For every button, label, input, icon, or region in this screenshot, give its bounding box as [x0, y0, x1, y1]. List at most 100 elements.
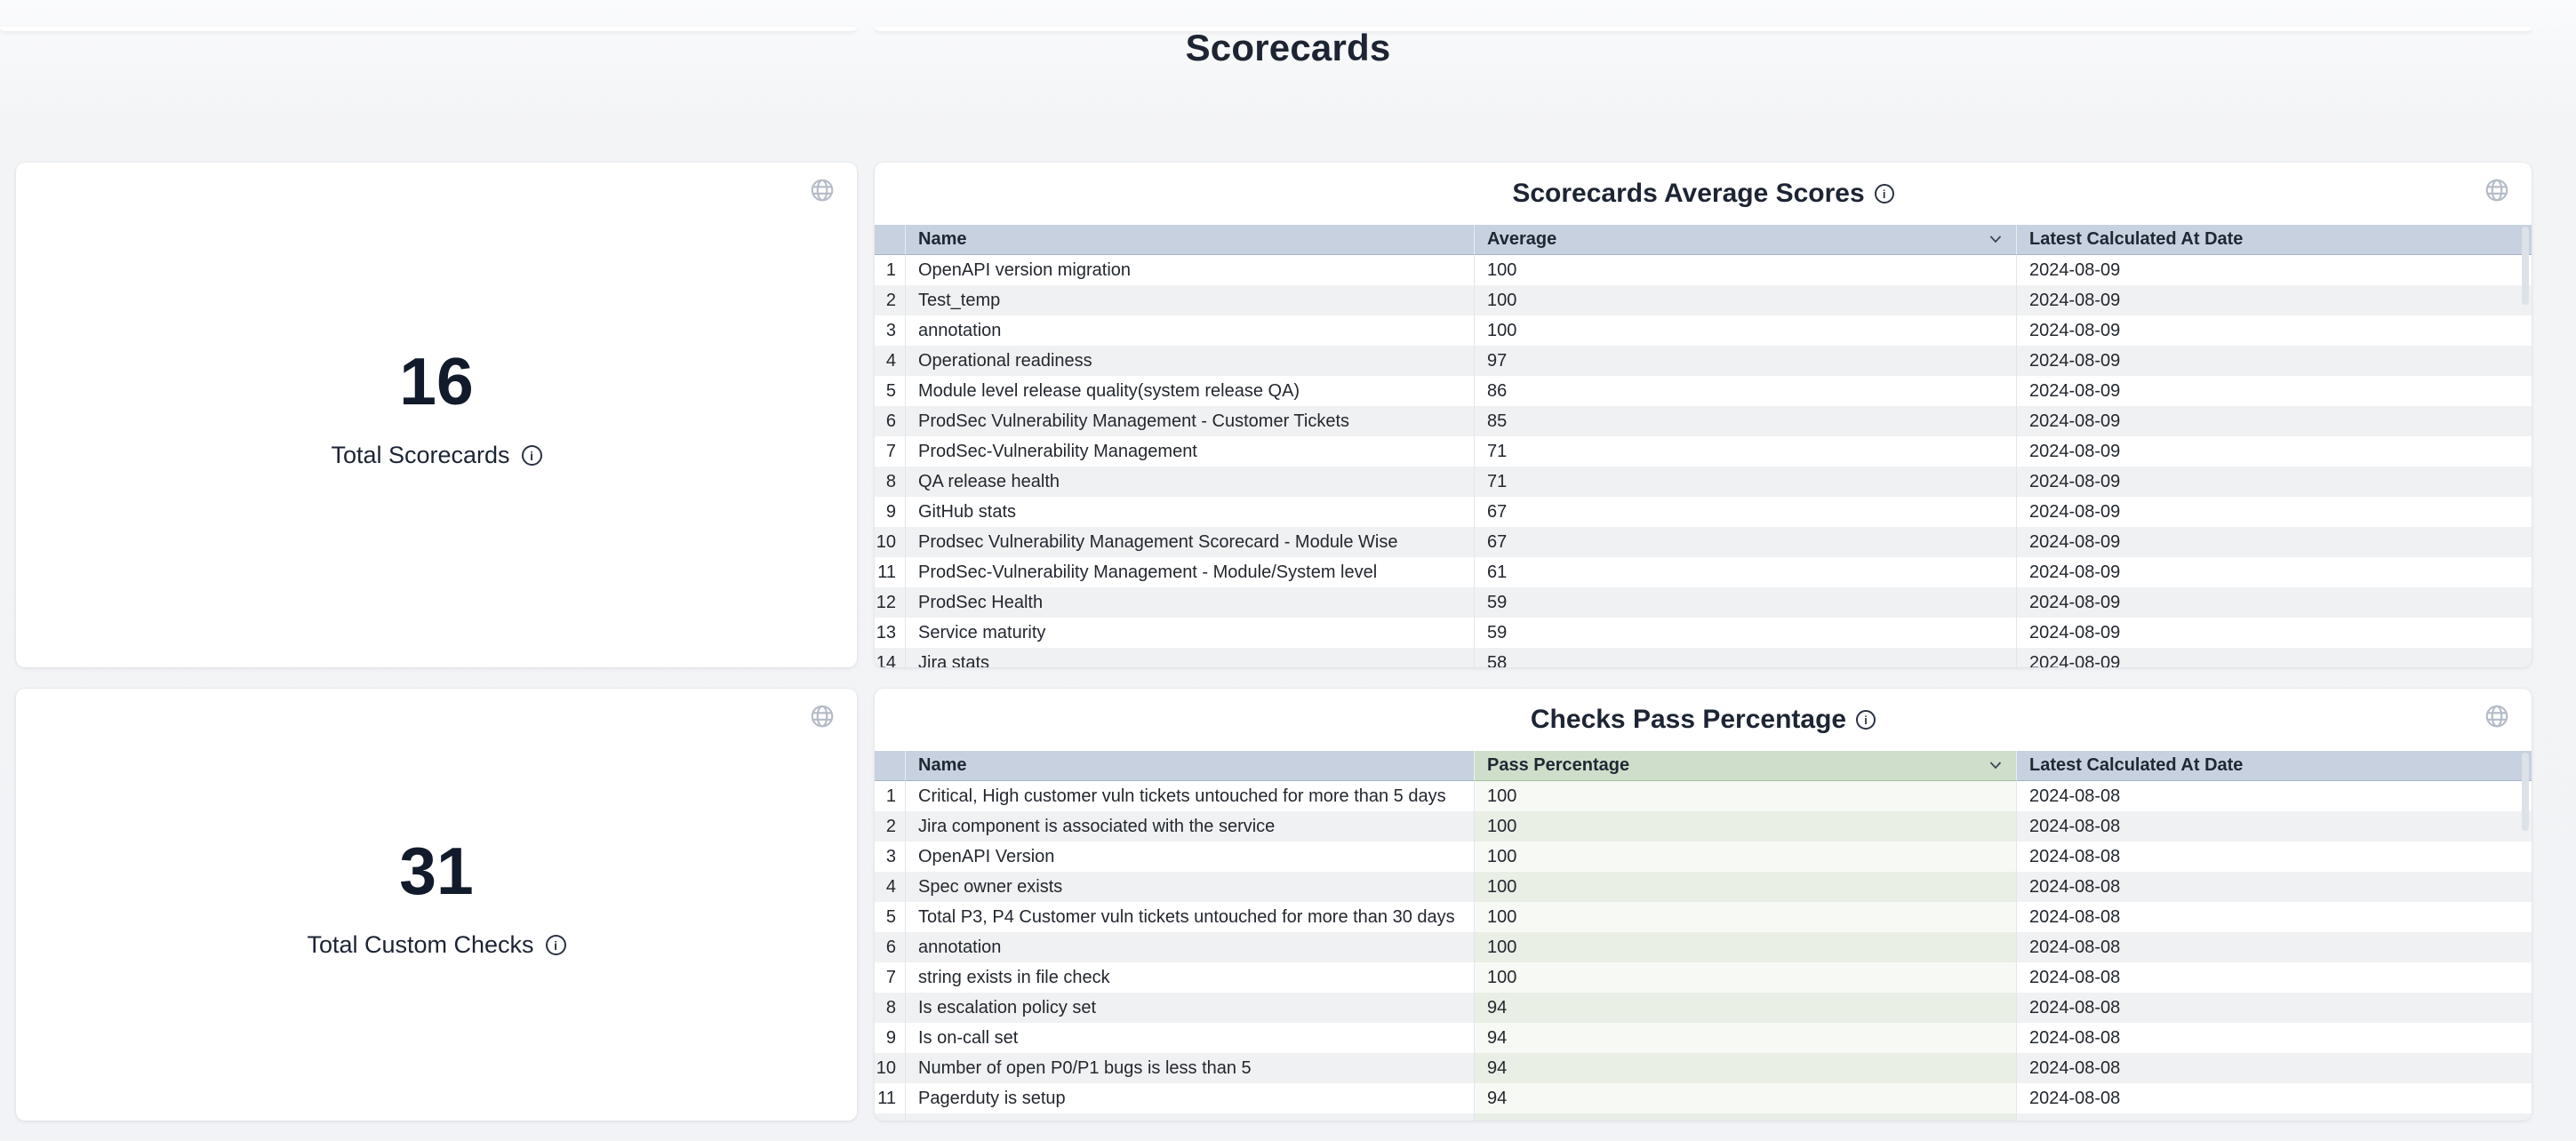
globe-icon[interactable] — [809, 177, 836, 203]
cell-date: 2024-08-09 — [2016, 376, 2532, 406]
row-index: 13 — [875, 618, 905, 648]
table-row[interactable]: 9GitHub stats672024-08-09 — [875, 497, 2532, 527]
column-header-index — [875, 751, 905, 781]
cell-date: 2024-08-08 — [2016, 842, 2532, 872]
cell-date: 2024-08-09 — [2016, 648, 2532, 667]
table-row[interactable]: 6ProdSec Vulnerability Management - Cust… — [875, 406, 2532, 436]
cell-date: 2024-08-09 — [2016, 557, 2532, 587]
cell-date: 2024-08-08 — [2016, 781, 2532, 811]
row-index: 11 — [875, 557, 905, 587]
cell-name: QA release health — [905, 467, 1474, 497]
globe-icon[interactable] — [2484, 177, 2510, 203]
table-row[interactable]: 8Is escalation policy set942024-08-08 — [875, 993, 2532, 1023]
cell-name: ProdSec-Vulnerability Management - Modul… — [905, 557, 1474, 587]
table-row[interactable]: 2Test_temp1002024-08-09 — [875, 285, 2532, 315]
table-header-row: NameAverageLatest Calculated At Date — [875, 225, 2532, 255]
cell-value: 61 — [1474, 557, 2016, 587]
cell-date: 2024-08-09 — [2016, 527, 2532, 557]
table-row[interactable]: 9Is on-call set942024-08-08 — [875, 1023, 2532, 1053]
table-header-row: NamePass PercentageLatest Calculated At … — [875, 751, 2532, 781]
column-header-pass-percentage[interactable]: Pass Percentage — [1474, 751, 2016, 781]
cell-name: Is escalation policy set — [905, 993, 1474, 1023]
column-header-name[interactable]: Name — [905, 225, 1474, 255]
cell-value: 100 — [1474, 932, 2016, 962]
chevron-down-icon — [1989, 761, 2002, 770]
cell-date: 2024-08-08 — [2016, 872, 2532, 902]
cell-value: 100 — [1474, 285, 2016, 315]
cell-value: 59 — [1474, 587, 2016, 618]
cell-name: GitHub stats — [905, 497, 1474, 527]
row-index: 8 — [875, 467, 905, 497]
row-index: 11 — [875, 1083, 905, 1113]
row-index: 1 — [875, 255, 905, 285]
cell-date: 2024-08-08 — [2016, 1023, 2532, 1053]
table-scrollbar[interactable] — [2522, 227, 2529, 305]
row-index: 4 — [875, 872, 905, 902]
column-header-average[interactable]: Average — [1474, 225, 2016, 255]
table-row[interactable]: 2Jira component is associated with the s… — [875, 811, 2532, 842]
cell-value: 100 — [1474, 811, 2016, 842]
row-index: 3 — [875, 842, 905, 872]
row-index: 6 — [875, 406, 905, 436]
cell-name: OpenAPI version migration — [905, 255, 1474, 285]
checks-pass-percentage-card: Checks Pass Percentage NamePass Percenta… — [875, 689, 2532, 1121]
table-row[interactable]: 5Module level release quality(system rel… — [875, 376, 2532, 406]
table-row[interactable]: 7string exists in file check1002024-08-0… — [875, 962, 2532, 993]
info-icon[interactable] — [1856, 710, 1876, 730]
table-row[interactable]: 11Pagerduty is setup942024-08-08 — [875, 1083, 2532, 1113]
cell-value: 100 — [1474, 315, 2016, 346]
cell-name: annotation — [905, 932, 1474, 962]
table-row[interactable]: 10Number of open P0/P1 bugs is less than… — [875, 1053, 2532, 1083]
cell-value: 100 — [1474, 872, 2016, 902]
table-row[interactable]: 14Jira stats582024-08-09 — [875, 648, 2532, 667]
row-index: 9 — [875, 1023, 905, 1053]
cell-name: Operational readiness — [905, 346, 1474, 376]
table-scrollbar[interactable] — [2522, 753, 2529, 831]
info-icon[interactable] — [546, 935, 566, 955]
cell-name: Number of open P0/P1 bugs is less than 5 — [905, 1053, 1474, 1083]
row-index: 2 — [875, 811, 905, 842]
cell-name: Prodsec Vulnerability Management Scoreca… — [905, 527, 1474, 557]
table-row[interactable]: 12ProdSec Health592024-08-09 — [875, 587, 2532, 618]
cell-name: Test_temp — [905, 285, 1474, 315]
table-row[interactable]: 1Critical, High customer vuln tickets un… — [875, 781, 2532, 811]
cell-date: 2024-08-09 — [2016, 255, 2532, 285]
cell-name: Service maturity — [905, 618, 1474, 648]
table-row[interactable]: 5Total P3, P4 Customer vuln tickets unto… — [875, 902, 2532, 932]
table-title: Scorecards Average Scores — [1512, 179, 1864, 209]
table-row[interactable]: 1OpenAPI version migration1002024-08-09 — [875, 255, 2532, 285]
table-row[interactable]: 8QA release health712024-08-09 — [875, 467, 2532, 497]
table-row[interactable]: 3OpenAPI Version1002024-08-08 — [875, 842, 2532, 872]
column-header-name[interactable]: Name — [905, 751, 1474, 781]
cell-value: 67 — [1474, 497, 2016, 527]
cell-value: 67 — [1474, 527, 2016, 557]
cell-date: 2024-08-09 — [2016, 587, 2532, 618]
table-row[interactable]: 7ProdSec-Vulnerability Management712024-… — [875, 436, 2532, 467]
column-header-latest-calculated-at-date[interactable]: Latest Calculated At Date — [2016, 225, 2532, 255]
table-row[interactable]: 10Prodsec Vulnerability Management Score… — [875, 527, 2532, 557]
column-header-latest-calculated-at-date[interactable]: Latest Calculated At Date — [2016, 751, 2532, 781]
cell-name: ProdSec-Vulnerability Management — [905, 436, 1474, 467]
row-index: 10 — [875, 527, 905, 557]
table-row[interactable]: 4Spec owner exists1002024-08-08 — [875, 872, 2532, 902]
cell-name: Jira stats — [905, 648, 1474, 667]
globe-icon[interactable] — [809, 703, 836, 730]
cell-name: Total P3, P4 Customer vuln tickets untou… — [905, 902, 1474, 932]
cell-value: 86 — [1474, 376, 2016, 406]
globe-icon[interactable] — [2484, 703, 2510, 730]
row-index: 2 — [875, 285, 905, 315]
table-row[interactable]: 6annotation1002024-08-08 — [875, 932, 2532, 962]
checks-pass-percentage-table: NamePass PercentageLatest Calculated At … — [875, 751, 2532, 1121]
table-row[interactable]: 11ProdSec-Vulnerability Management - Mod… — [875, 557, 2532, 587]
cell-value: 59 — [1474, 618, 2016, 648]
table-row[interactable]: 13Service maturity592024-08-09 — [875, 618, 2532, 648]
row-index: 3 — [875, 315, 905, 346]
cell-value: 71 — [1474, 467, 2016, 497]
info-icon[interactable] — [1875, 184, 1894, 203]
table-row[interactable]: 3annotation1002024-08-09 — [875, 315, 2532, 346]
table-row[interactable]: 4Operational readiness972024-08-09 — [875, 346, 2532, 376]
cell-value: 97 — [1474, 346, 2016, 376]
info-icon[interactable] — [522, 445, 542, 466]
total-scorecards-card: 16 Total Scorecards — [16, 163, 857, 667]
row-index: 5 — [875, 376, 905, 406]
